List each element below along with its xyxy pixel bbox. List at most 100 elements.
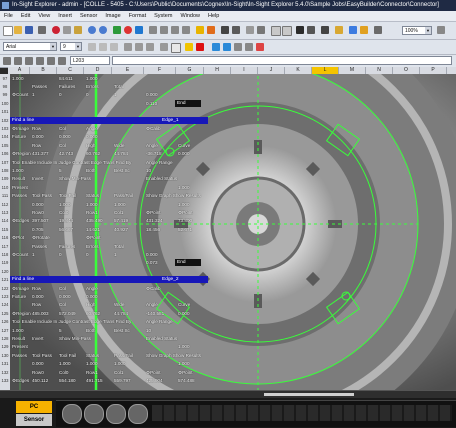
spreadsheet-cell[interactable]: ⚙Edges	[12, 217, 29, 224]
delete-icon[interactable]	[256, 43, 264, 51]
row-header[interactable]: 103	[0, 125, 10, 132]
spreadsheet-cell[interactable]: 559.797	[114, 377, 131, 384]
spreadsheet-cell[interactable]: High	[86, 142, 95, 149]
spreadsheet-cell[interactable]: Show Min-Pass	[59, 335, 91, 342]
spreadsheet-cell[interactable]: 0.000	[32, 293, 44, 300]
zoom-select[interactable]: 100% ▼	[402, 26, 432, 35]
spreadsheet-cell[interactable]: Row	[32, 125, 41, 132]
spreadsheet-cell[interactable]: ⚙Plot	[12, 234, 24, 241]
spreadsheet-cell[interactable]: Col	[59, 125, 66, 132]
spreadsheet-cell[interactable]: 5	[59, 167, 62, 174]
row-header[interactable]: 118	[0, 251, 10, 258]
spreadsheet-cell[interactable]: Enabled Status	[146, 175, 177, 182]
spreadsheet-cell[interactable]: 18.456	[146, 226, 160, 233]
spreadsheet-cell[interactable]: Col0	[59, 369, 68, 376]
spreadsheet-cell[interactable]: Result	[12, 175, 25, 182]
row-header[interactable]: 129	[0, 343, 10, 350]
column-header-f[interactable]: F	[144, 67, 176, 74]
align-center-icon[interactable]	[135, 43, 143, 51]
column-header-p[interactable]: P	[420, 67, 447, 74]
copy-icon[interactable]	[63, 26, 71, 34]
tool-header-bar[interactable]: Find a line Edge_1	[10, 116, 208, 124]
spreadsheet-cell[interactable]: 10	[146, 167, 151, 174]
spreadsheet-cell[interactable]: 572.049	[59, 310, 76, 317]
display-icon[interactable]	[257, 26, 265, 34]
spreadsheet-cell[interactable]: Fixture	[12, 133, 26, 140]
spreadsheet-cell[interactable]: 0.110	[146, 100, 157, 107]
menu-insert[interactable]: Insert	[54, 13, 76, 19]
cell-reference-box[interactable]: L203	[70, 56, 110, 65]
expression-icon[interactable]	[25, 57, 33, 65]
font-color-icon[interactable]	[196, 43, 204, 51]
zoom-out-icon[interactable]	[160, 26, 168, 34]
spreadsheet-cell[interactable]: ⚙Point	[146, 369, 161, 376]
spreadsheet-cell[interactable]: Tool Pass	[32, 352, 52, 359]
spreadsheet-cell[interactable]: High	[86, 301, 95, 308]
lock-icon[interactable]	[360, 26, 368, 34]
spreadsheet-cell[interactable]: Row0	[32, 369, 44, 376]
spreadsheet-cell[interactable]: 19.844	[59, 217, 73, 224]
settings-icon[interactable]	[374, 26, 382, 34]
spreadsheet-cell[interactable]: ⚙Rotate	[32, 234, 50, 241]
insert-function-icon[interactable]	[58, 57, 66, 65]
record-icon[interactable]	[124, 26, 132, 34]
spreadsheet-cell[interactable]: 1	[32, 251, 35, 258]
spreadsheet-cell[interactable]: Col0	[59, 209, 68, 216]
spreadsheet-cell[interactable]: ⚙Calib	[146, 285, 161, 292]
spreadsheet-cell[interactable]: Present	[12, 184, 28, 191]
spreadsheet-cell[interactable]: Col	[59, 285, 66, 292]
column-header-b[interactable]: B	[30, 67, 57, 74]
spreadsheet-cell[interactable]: Row1	[86, 209, 98, 216]
spreadsheet-cell[interactable]: 0.000	[146, 251, 158, 258]
spreadsheet-cell[interactable]: Passes	[32, 83, 47, 90]
menu-system[interactable]: System	[150, 13, 176, 19]
italic-icon[interactable]	[99, 43, 107, 51]
align-right-icon[interactable]	[146, 43, 154, 51]
spreadsheet-cell[interactable]: 1.000	[12, 75, 24, 82]
spreadsheet-cell[interactable]: Tool Fail	[59, 352, 76, 359]
calibrate-icon[interactable]	[246, 26, 254, 34]
spreadsheet-cell[interactable]: 1.000	[86, 201, 98, 208]
spreadsheet-cell[interactable]: Row	[32, 285, 41, 292]
spreadsheet-cell[interactable]: 1.000	[178, 360, 190, 367]
fill-color-icon[interactable]	[185, 43, 193, 51]
spreadsheet-cell[interactable]: Passes	[12, 352, 27, 359]
spreadsheet-cell[interactable]: Best Sc	[114, 327, 130, 334]
spreadsheet-cell[interactable]: Errors	[86, 83, 99, 90]
spreadsheet-cell[interactable]: -36.718	[146, 150, 162, 157]
spreadsheet-cell[interactable]: Angle	[146, 301, 158, 308]
spreadsheet-cell[interactable]: Pass/Fail	[114, 192, 133, 199]
column-header-c[interactable]: C	[57, 67, 84, 74]
spreadsheet-cell[interactable]: 0.000	[59, 133, 71, 140]
spreadsheet-cell[interactable]: Pass/Fail	[114, 352, 133, 359]
font-name-select[interactable]: Arial ▼	[3, 42, 57, 51]
spreadsheet-cell[interactable]: 60.762	[86, 310, 100, 317]
spreadsheet-cell[interactable]: 1.000	[12, 327, 24, 334]
undo-icon[interactable]	[88, 26, 96, 34]
row-header[interactable]: 123	[0, 293, 10, 300]
column-header-g[interactable]: G	[176, 67, 204, 74]
spreadsheet-cell[interactable]: 1.000	[12, 167, 24, 174]
spreadsheet-cell[interactable]: Show Min-Pass	[59, 175, 91, 182]
save-icon[interactable]	[25, 26, 33, 34]
spreadsheet-cell[interactable]: 1.000	[114, 201, 126, 208]
row-header[interactable]: 101	[0, 108, 10, 115]
spreadsheet-cell[interactable]: 0	[86, 91, 89, 98]
monitor-icon[interactable]	[296, 26, 304, 34]
row-header[interactable]: 130	[0, 352, 10, 359]
spreadsheet-cell[interactable]: Angle	[86, 285, 98, 292]
spreadsheet-cell[interactable]: ⚙Point	[146, 209, 161, 216]
accept-icon[interactable]	[36, 57, 44, 65]
cut-icon[interactable]	[52, 26, 60, 34]
column-header-k[interactable]: K	[285, 67, 312, 74]
live-video-icon[interactable]	[135, 26, 143, 34]
spreadsheet-cell[interactable]: 1.000	[59, 201, 71, 208]
row-header[interactable]: 133	[0, 377, 10, 384]
row-header[interactable]: 107	[0, 159, 10, 166]
spreadsheet-cell[interactable]: ⚙Region	[12, 150, 31, 157]
film-icon[interactable]	[282, 26, 292, 36]
align-left-icon[interactable]	[124, 43, 132, 51]
filmstrip-thumb[interactable]	[84, 404, 104, 424]
run-icon[interactable]	[212, 43, 220, 51]
menu-sensor[interactable]: Sensor	[76, 13, 101, 19]
